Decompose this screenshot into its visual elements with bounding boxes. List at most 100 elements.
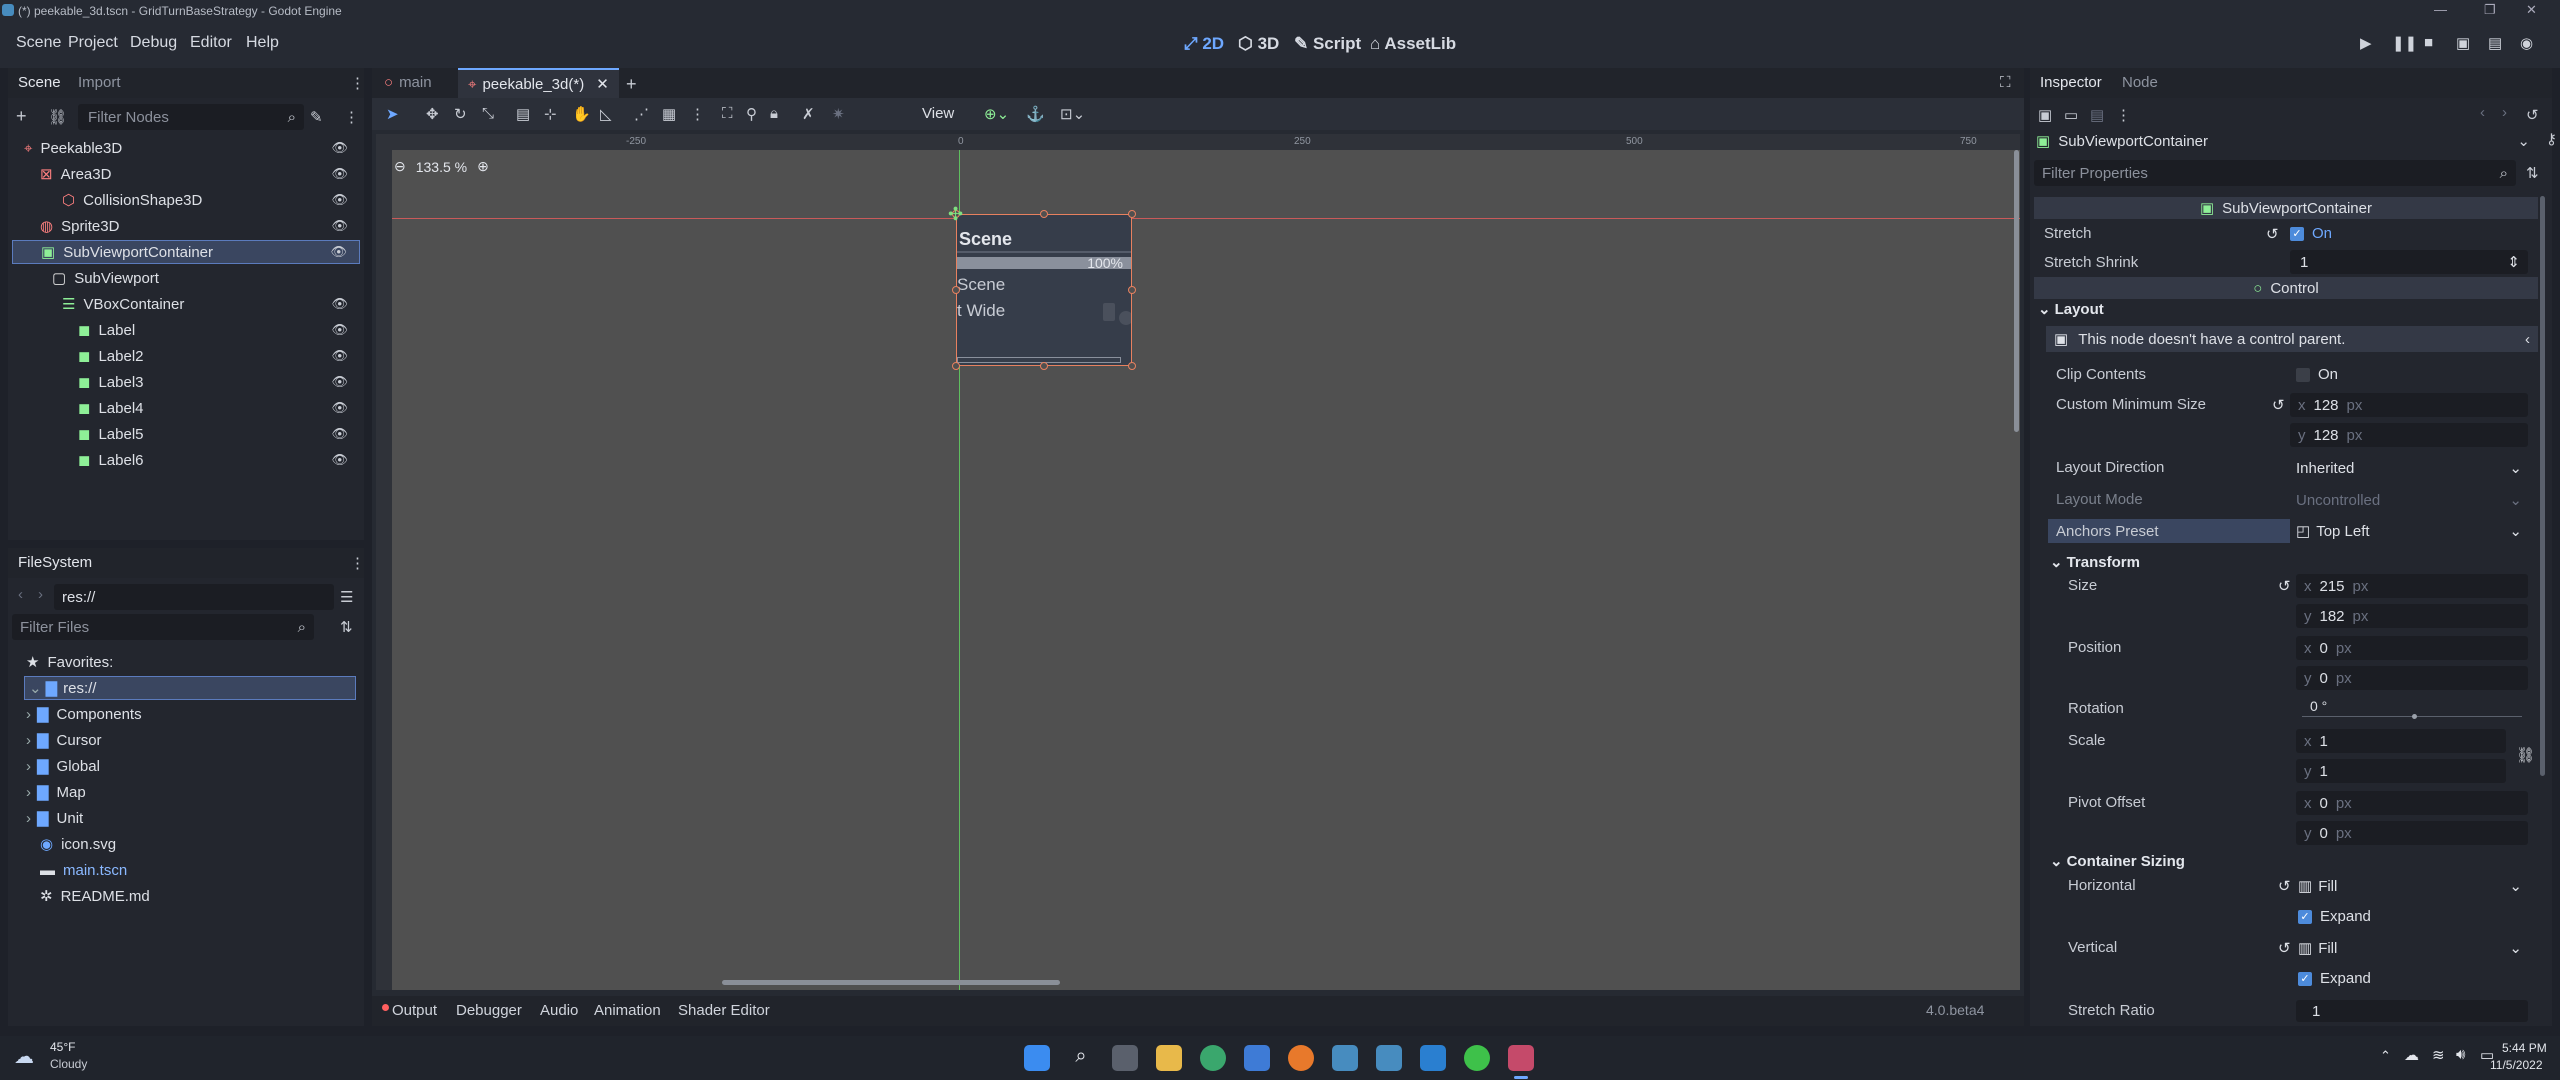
visibility-eye-icon[interactable]: 👁︎ <box>330 244 347 260</box>
tab-inspector[interactable]: Inspector <box>2040 74 2102 91</box>
store-icon[interactable] <box>1244 1045 1270 1071</box>
tab-output[interactable]: Output <box>392 1002 437 1019</box>
res-root-item[interactable]: ⌄ ▇ res:// <box>24 676 356 700</box>
minimize-icon[interactable]: — <box>2434 2 2447 17</box>
add-node-icon[interactable]: + <box>16 106 27 127</box>
scene-node-item[interactable]: ◼ Label5 👁︎ <box>12 422 360 446</box>
scene-node-item[interactable]: ◼ Label3 👁︎ <box>12 370 360 394</box>
workspace-assetlib[interactable]: ⌂ AssetLib <box>1370 34 1456 54</box>
path-field[interactable]: res:// <box>54 584 334 610</box>
visibility-eye-icon[interactable]: 👁︎ <box>331 452 348 468</box>
godot-icon-2[interactable] <box>1376 1045 1402 1071</box>
load-resource-icon[interactable]: ▭ <box>2064 106 2078 124</box>
filter-nodes-input[interactable]: Filter Nodes ⌕ <box>78 104 304 130</box>
menu-help[interactable]: Help <box>246 34 279 52</box>
stretch-checkbox[interactable]: ✓ On <box>2290 225 2332 242</box>
volume-icon[interactable]: 🔊︎ <box>2456 1046 2465 1063</box>
save-resource-icon[interactable]: ▤ <box>2090 106 2104 124</box>
dock-menu-icon[interactable]: ⋮ <box>350 554 365 572</box>
file-explorer-icon[interactable] <box>1156 1045 1182 1071</box>
tab-filesystem[interactable]: FileSystem <box>18 554 92 571</box>
pivot-tool-icon[interactable]: ⊹ <box>544 105 557 123</box>
pivot-handle-icon[interactable]: ✣ <box>948 204 963 225</box>
folder-item[interactable]: › ▇ Unit <box>26 806 83 830</box>
scene-node-item[interactable]: ⬡ CollisionShape3D 👁︎ <box>12 188 360 212</box>
tab-debugger[interactable]: Debugger <box>456 1002 522 1019</box>
zoom-in-icon[interactable]: ⊕ <box>477 158 489 175</box>
group-icon[interactable]: ⛶ <box>722 105 733 122</box>
new-tab-icon[interactable]: + <box>626 74 637 95</box>
history-forward-icon[interactable]: › <box>2502 104 2507 121</box>
zoom-out-icon[interactable]: ⊖ <box>394 158 406 175</box>
forward-icon[interactable]: › <box>38 586 43 603</box>
tab-main[interactable]: ○ main <box>384 74 432 91</box>
smart-snap-icon[interactable]: ⋰ <box>634 105 649 123</box>
extra-options-icon[interactable]: ⋮ <box>2116 106 2131 124</box>
history-back-icon[interactable]: ‹ <box>2480 104 2485 121</box>
skeleton-icon[interactable]: ✗ <box>802 105 815 123</box>
resize-handle[interactable] <box>1040 210 1048 218</box>
chevron-right-icon[interactable]: › <box>26 758 31 775</box>
view-menu[interactable]: View <box>922 105 954 122</box>
vertical-fill-dropdown[interactable]: ▥ Fill ⌄ <box>2298 936 2528 960</box>
revert-icon[interactable]: ↺ <box>2278 577 2291 595</box>
split-mode-icon[interactable]: ☰ <box>340 588 353 606</box>
godot-icon[interactable] <box>1332 1045 1358 1071</box>
horizontal-scrollbar[interactable] <box>722 980 1060 985</box>
visibility-eye-icon[interactable]: 👁︎ <box>331 426 348 442</box>
visibility-eye-icon[interactable]: 👁︎ <box>331 140 348 156</box>
scene-node-item[interactable]: ⌖ Peekable3D 👁︎ <box>12 136 360 160</box>
canvas-viewport[interactable]: -250 0 250 500 750 ⊖ 133.5 % ⊕ Scene 100… <box>376 134 2020 990</box>
position-y-field[interactable]: y 0 px <box>2296 666 2528 690</box>
container-sizing-icon[interactable]: ⊡⌄ <box>1060 105 1085 123</box>
tray-chevron-icon[interactable]: ⌃ <box>2380 1048 2391 1064</box>
back-icon[interactable]: ‹ <box>18 586 23 603</box>
file-item[interactable]: ◉ icon.svg <box>40 832 116 856</box>
history-icon[interactable]: ↺ <box>2526 106 2539 124</box>
movie-maker-icon[interactable]: ◉ <box>2520 34 2533 52</box>
scale-x-field[interactable]: x1 <box>2296 729 2506 753</box>
close-tab-icon[interactable]: ✕ <box>596 75 609 93</box>
pivot-x-field[interactable]: x 0 px <box>2296 791 2528 815</box>
scene-node-item[interactable]: ◍ Sprite3D 👁︎ <box>12 214 360 238</box>
tab-peekable[interactable]: ⌖ peekable_3d(*) ✕ <box>458 68 619 98</box>
scene-node-item[interactable]: ◼ Label4 👁︎ <box>12 396 360 420</box>
bone-icon[interactable]: ⚲ <box>746 105 757 123</box>
snap-options-icon[interactable]: ⋮ <box>690 105 705 123</box>
blender-icon[interactable] <box>1288 1045 1314 1071</box>
sort-icon[interactable]: ⇅ <box>340 618 353 636</box>
wifi-icon[interactable]: ≋ <box>2432 1046 2445 1064</box>
horizontal-fill-dropdown[interactable]: ▥ Fill ⌄ <box>2298 874 2528 898</box>
min-size-x-field[interactable]: x 128 px <box>2290 393 2528 417</box>
revert-icon[interactable]: ↺ <box>2278 877 2291 895</box>
folder-item[interactable]: › ▇ Cursor <box>26 728 102 752</box>
distraction-free-icon[interactable]: ⛶ <box>2000 74 2011 91</box>
light-icon[interactable]: ✷ <box>832 105 845 123</box>
lock-icon[interactable]: 🔒︎ <box>770 105 778 122</box>
resize-handle[interactable] <box>952 362 960 370</box>
search-icon[interactable]: ⌕ <box>1068 1045 1094 1071</box>
tab-import[interactable]: Import <box>78 74 121 91</box>
grid-snap-icon[interactable]: ▦ <box>662 105 676 123</box>
layout-direction-dropdown[interactable]: Inherited ⌄ <box>2290 456 2528 480</box>
zoom-level[interactable]: 133.5 % <box>416 159 467 175</box>
new-resource-icon[interactable]: ▣ <box>2038 106 2052 124</box>
link-scale-icon[interactable]: ⛓ <box>2516 746 2535 764</box>
resize-handle[interactable] <box>1128 362 1136 370</box>
app-icon[interactable] <box>1508 1045 1534 1071</box>
select-tool-icon[interactable]: ➤ <box>386 105 399 123</box>
position-x-field[interactable]: x 0 px <box>2296 636 2528 660</box>
visibility-eye-icon[interactable]: 👁︎ <box>331 192 348 208</box>
menu-debug[interactable]: Debug <box>130 34 177 52</box>
visibility-eye-icon[interactable]: 👁︎ <box>331 374 348 390</box>
clock-date[interactable]: 11/5/2022 <box>2490 1058 2543 1072</box>
horizontal-expand-checkbox[interactable]: ✓ Expand <box>2298 908 2371 925</box>
chevron-right-icon[interactable]: › <box>26 706 31 723</box>
folder-item[interactable]: › ▇ Components <box>26 702 142 726</box>
scene-node-item[interactable]: ☰ VBoxContainer 👁︎ <box>12 292 360 316</box>
stretch-shrink-spinbox[interactable]: 1 ⇕ <box>2290 250 2528 274</box>
ruler-tool-icon[interactable]: ◺ <box>600 105 612 123</box>
workspace-script[interactable]: ✎ Script <box>1294 34 1361 54</box>
start-icon[interactable] <box>1024 1045 1050 1071</box>
revert-icon[interactable]: ↺ <box>2278 939 2291 957</box>
